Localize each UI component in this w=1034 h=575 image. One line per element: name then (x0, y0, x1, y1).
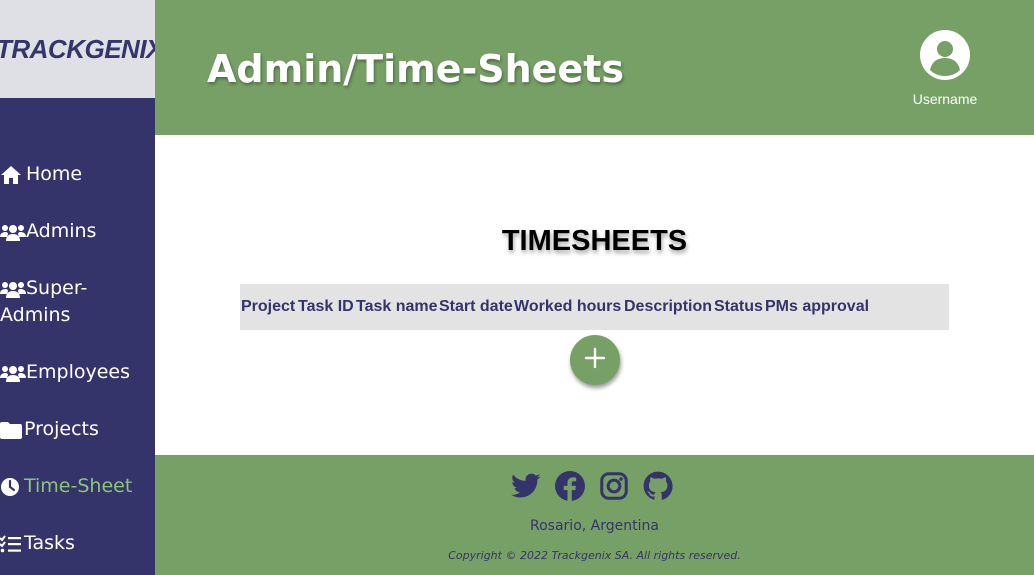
sidebar-item-home[interactable]: Home (0, 161, 82, 188)
sidebar-item-label: Super-Admins (0, 277, 88, 326)
sidebar: Home Admins Super-Admins Employees Proje… (0, 98, 155, 575)
tasks-icon (0, 530, 24, 557)
folder-icon (0, 416, 24, 443)
footer: Rosario, Argentina Copyright © 2022 Trac… (155, 455, 1034, 575)
user-menu[interactable]: Username (905, 30, 985, 107)
sidebar-item-label: Home (26, 163, 83, 185)
sidebar-item-label: Admins (26, 220, 97, 242)
sidebar-item-projects[interactable]: Projects (0, 416, 99, 443)
plus-icon (584, 347, 606, 373)
main-content: TIMESHEETS Project Task ID Task name Sta… (155, 135, 1034, 455)
social-links (511, 471, 673, 501)
sidebar-item-super-admins[interactable]: Super-Admins (0, 275, 110, 329)
sidebar-item-label: Employees (26, 361, 130, 383)
timesheets-table: Project Task ID Task name Start date Wor… (240, 284, 949, 330)
column-header: Task name (356, 298, 438, 315)
home-icon (0, 161, 26, 188)
github-icon[interactable] (643, 471, 673, 501)
logo[interactable]: TRACKGENIX (0, 34, 155, 65)
users-icon (0, 218, 26, 245)
column-header: Start date (439, 298, 513, 315)
column-header: Description (624, 298, 713, 315)
header: Admin/Time-Sheets Username (155, 0, 1034, 135)
user-circle-icon (905, 30, 985, 80)
clock-icon (0, 473, 24, 500)
add-timesheet-button[interactable] (570, 335, 620, 385)
facebook-icon[interactable] (555, 471, 585, 501)
column-header: Worked hours (514, 298, 622, 315)
sidebar-item-employees[interactable]: Employees (0, 359, 130, 386)
section-title: TIMESHEETS (501, 225, 688, 257)
footer-copyright: Copyright © 2022 Trackgenix SA. All righ… (448, 549, 741, 562)
sidebar-item-label: Tasks (24, 532, 75, 554)
instagram-icon[interactable] (599, 471, 629, 501)
page-title: Admin/Time-Sheets (207, 47, 624, 91)
users-icon (0, 359, 26, 386)
sidebar-item-label: Time-Sheet (24, 475, 133, 497)
sidebar-item-admins[interactable]: Admins (0, 218, 96, 245)
sidebar-item-label: Projects (24, 418, 99, 440)
column-header: PMs approval (765, 298, 870, 315)
sidebar-item-time-sheet[interactable]: Time-Sheet (0, 473, 132, 500)
sidebar-item-tasks[interactable]: Tasks (0, 530, 75, 557)
logo-area: TRACKGENIX (0, 0, 155, 98)
username: Username (912, 91, 978, 107)
column-header: Task ID (298, 298, 354, 315)
column-header: Status (714, 298, 763, 315)
twitter-icon[interactable] (511, 471, 541, 501)
footer-location: Rosario, Argentina (530, 518, 659, 534)
column-header: Project (241, 298, 296, 315)
